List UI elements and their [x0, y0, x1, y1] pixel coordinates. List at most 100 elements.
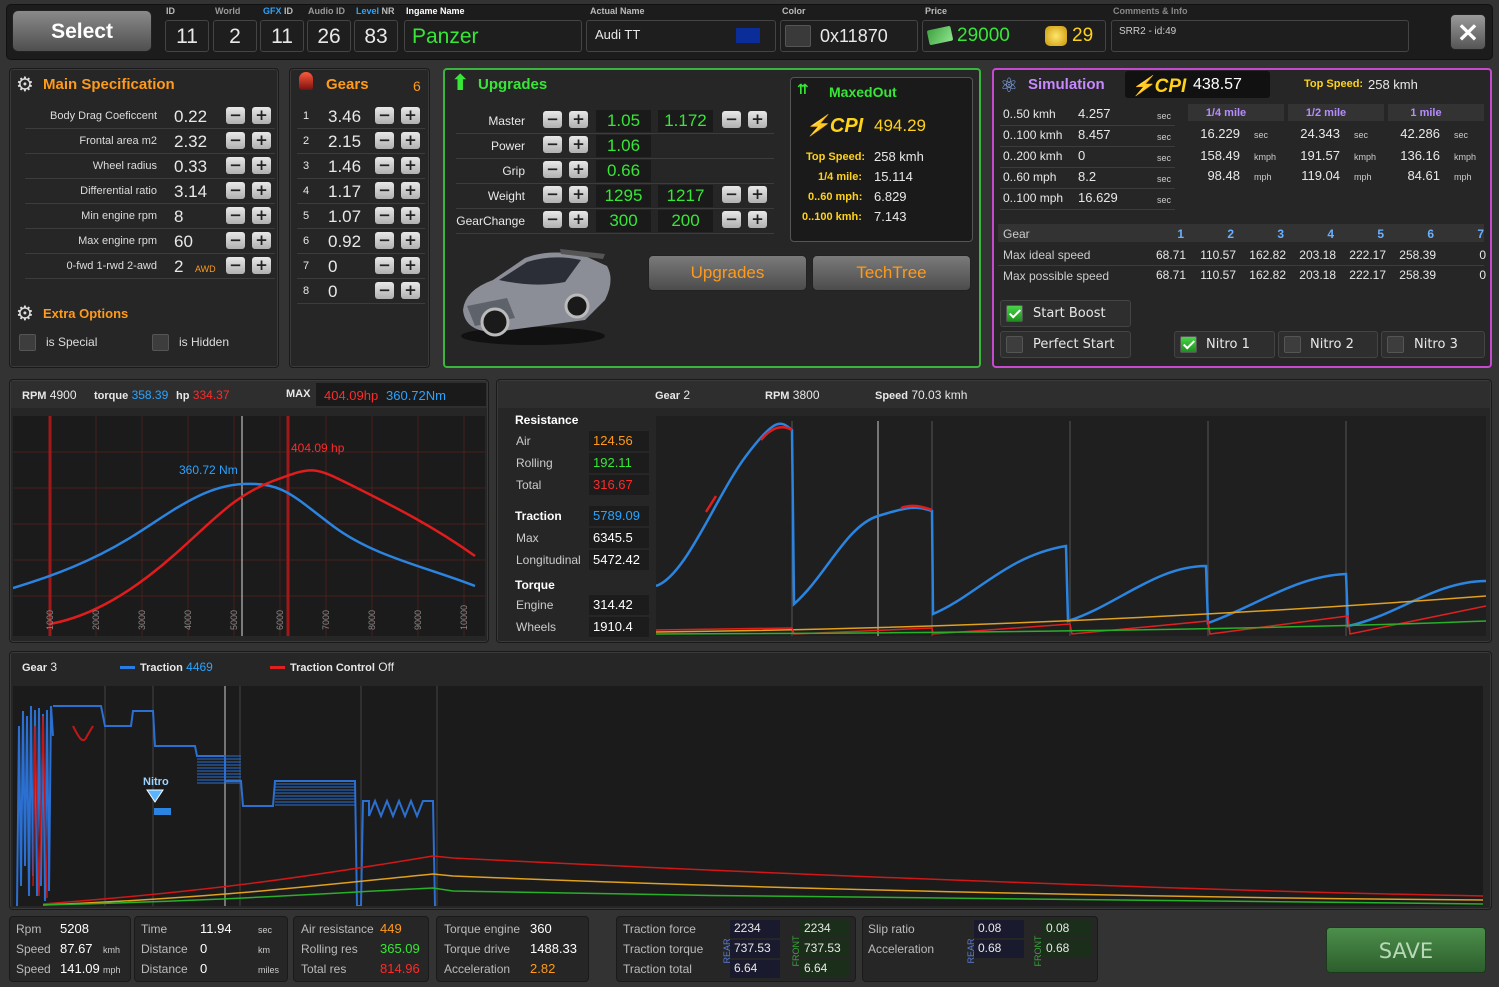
spec-value-6[interactable]: 2: [174, 257, 183, 277]
spec-plus-4[interactable]: +: [252, 207, 271, 224]
power-peak-label: 404.09 hp: [291, 441, 345, 455]
gear-ratio-0[interactable]: 3.46: [328, 107, 361, 127]
upg-plus-2[interactable]: +: [569, 161, 588, 178]
traction-long-value: 5472.42: [593, 552, 640, 567]
spec-minus-1[interactable]: −: [226, 132, 245, 149]
upg-plus-0[interactable]: +: [569, 111, 588, 128]
sim-accel-label-0: 0..50 kmh: [1003, 107, 1056, 121]
upg-b-plus-4[interactable]: +: [748, 211, 767, 228]
techtree-button[interactable]: TechTree: [812, 255, 971, 291]
spec-minus-4[interactable]: −: [226, 207, 245, 224]
upg-plus-3[interactable]: +: [569, 186, 588, 203]
gear-ratio-7[interactable]: 0: [328, 282, 337, 302]
upg-b-plus-3[interactable]: +: [748, 186, 767, 203]
spec-plus-5[interactable]: +: [252, 232, 271, 249]
spec-plus-1[interactable]: +: [252, 132, 271, 149]
upg-b-minus-3[interactable]: −: [722, 186, 741, 203]
upg-minus-4[interactable]: −: [543, 211, 562, 228]
b-air: 449: [380, 921, 402, 936]
gear-minus-0[interactable]: −: [375, 107, 394, 124]
gear-ratio-5[interactable]: 0.92: [328, 232, 361, 252]
upg-b-plus-0[interactable]: +: [748, 111, 767, 128]
spec-value-1[interactable]: 2.32: [174, 132, 207, 152]
save-button[interactable]: SAVE: [1326, 927, 1486, 973]
gear-divider-2: [297, 178, 425, 179]
res-air-label: Air: [516, 434, 531, 448]
upg-minus-2[interactable]: −: [543, 161, 562, 178]
gear-minus-5[interactable]: −: [375, 232, 394, 249]
spec-plus-2[interactable]: +: [252, 157, 271, 174]
gear-plus-2[interactable]: +: [401, 157, 420, 174]
spec-value-0[interactable]: 0.22: [174, 107, 207, 127]
spec-value-4[interactable]: 8: [174, 207, 183, 227]
gear-ratio-4[interactable]: 1.07: [328, 207, 361, 227]
nitro1-checkbox[interactable]: [1180, 336, 1197, 353]
race-chart[interactable]: Nitro: [13, 686, 1483, 906]
nitro3-checkbox[interactable]: [1387, 336, 1404, 353]
gears-title: Gears: [326, 76, 369, 93]
spec-minus-2[interactable]: −: [226, 157, 245, 174]
sim-ideal-2: 162.82: [1249, 248, 1286, 262]
spec-minus-5[interactable]: −: [226, 232, 245, 249]
audio-id-field[interactable]: 26: [307, 20, 351, 52]
spec-minus-6[interactable]: −: [226, 257, 245, 274]
spec-value-5[interactable]: 60: [174, 232, 193, 252]
spec-plus-6[interactable]: +: [252, 257, 271, 274]
b-speed-k-label: Speed: [16, 942, 51, 956]
close-button[interactable]: ×: [1450, 14, 1486, 50]
upg-plus-4[interactable]: +: [569, 211, 588, 228]
gear-minus-6[interactable]: −: [375, 257, 394, 274]
upg-minus-3[interactable]: −: [543, 186, 562, 203]
sim-poss-6: 0: [1479, 268, 1486, 282]
gear-plus-6[interactable]: +: [401, 257, 420, 274]
spec-value-3[interactable]: 3.14: [174, 182, 207, 202]
engine-rpm-tick: 9000: [413, 610, 423, 630]
engine-chart[interactable]: 360.72 Nm 404.09 hp 1000 2000 3000 4000 5000 60…: [13, 416, 485, 636]
gear-minus-4[interactable]: −: [375, 207, 394, 224]
select-button[interactable]: Select: [12, 10, 152, 52]
perfect-start-checkbox[interactable]: [1006, 336, 1023, 353]
gear-ratio-6[interactable]: 0: [328, 257, 337, 277]
is-special-checkbox[interactable]: [19, 334, 36, 351]
b-slip-rear: 0.08: [978, 921, 1002, 935]
gear-minus-2[interactable]: −: [375, 157, 394, 174]
gear-minus-3[interactable]: −: [375, 182, 394, 199]
id-field[interactable]: 11: [165, 20, 209, 52]
spec-minus-3[interactable]: −: [226, 182, 245, 199]
upg-b-minus-0[interactable]: −: [722, 111, 741, 128]
gear-plus-5[interactable]: +: [401, 232, 420, 249]
upgrades-button[interactable]: Upgrades: [648, 255, 807, 291]
spec-plus-3[interactable]: +: [252, 182, 271, 199]
gear-plus-3[interactable]: +: [401, 182, 420, 199]
gear-plus-0[interactable]: +: [401, 107, 420, 124]
sim-accel-label-1: 0..100 kmh: [1003, 128, 1063, 142]
gear-minus-7[interactable]: −: [375, 282, 394, 299]
gear-ratio-2[interactable]: 1.46: [328, 157, 361, 177]
upg-minus-1[interactable]: −: [543, 136, 562, 153]
upg-divider-4: [456, 233, 774, 234]
sim-ideal-5: 258.39: [1399, 248, 1436, 262]
color-swatch[interactable]: [785, 25, 811, 47]
level-field[interactable]: 83: [354, 20, 398, 52]
gear-chart[interactable]: [656, 416, 1486, 636]
nitro2-checkbox[interactable]: [1284, 336, 1301, 353]
upg-b-minus-4[interactable]: −: [722, 211, 741, 228]
gear-plus-7[interactable]: +: [401, 282, 420, 299]
upg-plus-1[interactable]: +: [569, 136, 588, 153]
is-hidden-checkbox[interactable]: [152, 334, 169, 351]
spec-value-2[interactable]: 0.33: [174, 157, 207, 177]
gear-ratio-1[interactable]: 2.15: [328, 132, 361, 152]
gear-ratio-3[interactable]: 1.17: [328, 182, 361, 202]
comments-field[interactable]: SRR2 - id:49: [1111, 20, 1409, 52]
gear-plus-1[interactable]: +: [401, 132, 420, 149]
gfx-id-field[interactable]: 11: [260, 20, 304, 52]
res-total-label: Total: [516, 478, 542, 492]
gear-minus-1[interactable]: −: [375, 132, 394, 149]
spec-minus-0[interactable]: −: [226, 107, 245, 124]
spec-plus-0[interactable]: +: [252, 107, 271, 124]
world-field[interactable]: 2: [213, 20, 257, 52]
upg-minus-0[interactable]: −: [543, 111, 562, 128]
gear-plus-4[interactable]: +: [401, 207, 420, 224]
ingame-name-field[interactable]: Panzer: [404, 20, 582, 52]
start-boost-checkbox[interactable]: [1006, 305, 1023, 322]
